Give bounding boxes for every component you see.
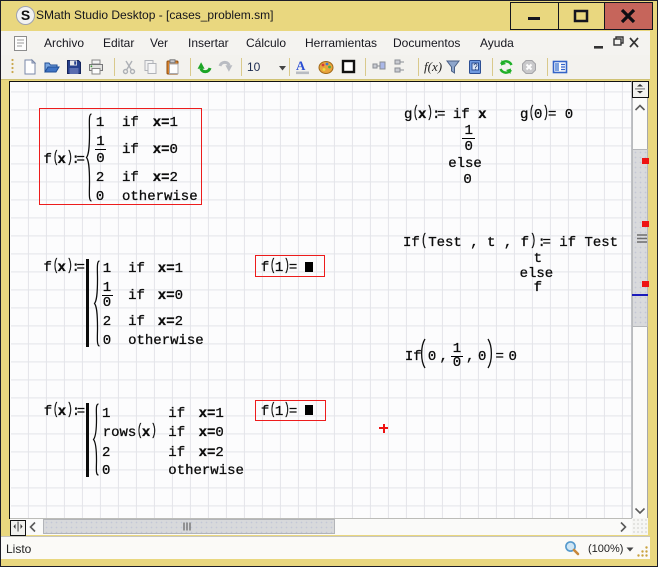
svg-text:A: A xyxy=(296,58,306,73)
svg-text:?: ? xyxy=(473,63,478,72)
